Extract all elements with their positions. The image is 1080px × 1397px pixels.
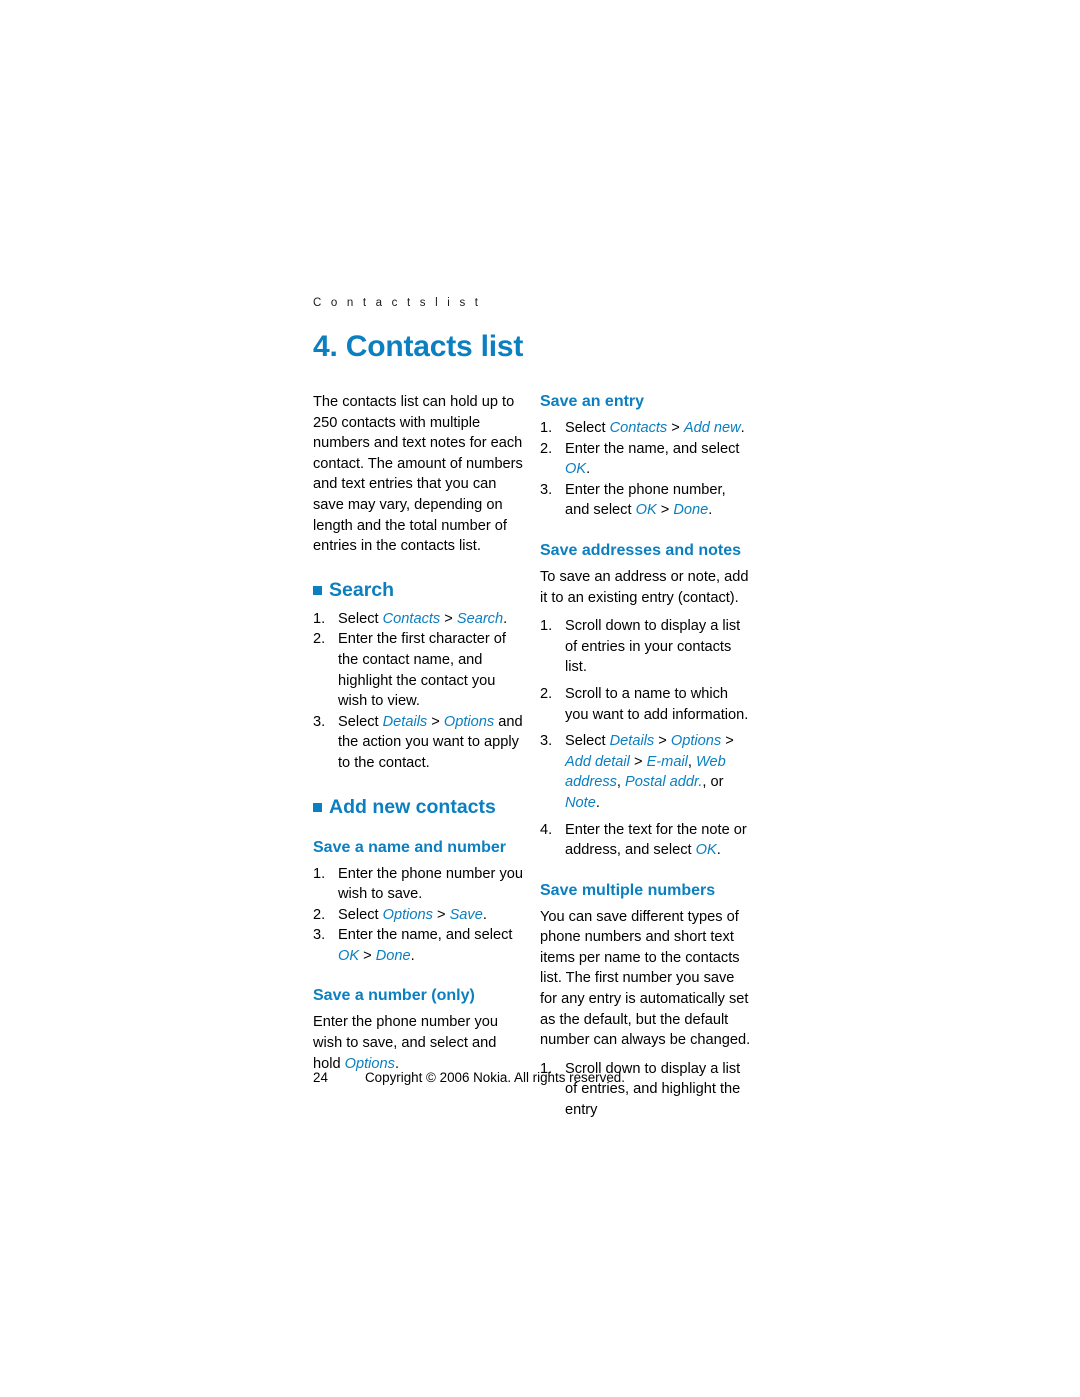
list-item: Scroll down to display a list of entries… <box>540 1059 741 1119</box>
list-item: Select Options > Save. <box>313 905 487 925</box>
save-name-and-number-steps: Enter the phone number you wish to save.… <box>313 864 525 967</box>
subheading-save-a-number-only: Save a number (only) <box>313 987 475 1005</box>
section-heading-search: Search <box>313 579 525 601</box>
section-heading-add-new-contacts: Add new contacts <box>313 796 525 818</box>
list-item: Scroll down to display a list of entries… <box>540 616 741 676</box>
list-item: Enter the text for the note or address, … <box>540 820 747 859</box>
section-heading-add-new-contacts-label: Add new contacts <box>329 795 496 818</box>
search-steps: Select Contacts > Search. Enter the firs… <box>313 609 525 774</box>
save-number-only-body: Enter the phone number you wish to save,… <box>313 1014 498 1072</box>
save-addresses-body: To save an address or note, add it to an… <box>540 568 749 606</box>
list-item: Enter the phone number you wish to save. <box>313 864 523 903</box>
intro-paragraph: The contacts list can hold up to 250 con… <box>313 394 523 555</box>
square-bullet-icon <box>313 585 322 595</box>
save-multiple-numbers-steps: Scroll down to display a list of entries… <box>540 1059 752 1121</box>
list-item: Select Contacts > Add new. <box>540 418 745 438</box>
save-addresses-steps: Scroll down to display a list of entries… <box>540 616 752 861</box>
copyright-notice: Copyright © 2006 Nokia. All rights reser… <box>365 1070 625 1085</box>
manual-page: C o n t a c t s l i s t 4. Contacts list… <box>0 0 1080 1397</box>
left-column: The contacts list can hold up to 250 con… <box>313 392 525 1074</box>
subheading-save-addresses-and-notes: Save addresses and notes <box>540 541 741 559</box>
save-an-entry-steps: Select Contacts > Add new. Enter the nam… <box>540 418 752 521</box>
list-item: Scroll to a name to which you want to ad… <box>540 684 749 723</box>
page-title: 4. Contacts list <box>313 330 524 363</box>
list-item: Enter the phone number, and select OK > … <box>540 480 726 519</box>
list-item: Enter the first character of the contact… <box>313 629 506 710</box>
save-multiple-numbers-body: You can save different types of phone nu… <box>540 908 751 1049</box>
running-head: C o n t a c t s l i s t <box>313 297 482 309</box>
list-item: Enter the name, and select OK. <box>540 439 740 478</box>
list-item: Enter the name, and select OK > Done. <box>313 925 513 964</box>
section-heading-search-label: Search <box>329 578 395 601</box>
subheading-save-a-name-and-number: Save a name and number <box>313 838 506 856</box>
square-bullet-icon <box>313 802 322 812</box>
page-number: 24 <box>313 1070 328 1085</box>
list-item: Select Details > Options > Add detail > … <box>540 731 734 811</box>
subheading-save-an-entry: Save an entry <box>540 393 645 410</box>
list-item: Select Contacts > Search. <box>313 609 508 629</box>
list-item: Select Details > Options and the action … <box>313 712 523 771</box>
right-column: Save an entry Select Contacts > Add new.… <box>540 392 752 1121</box>
subheading-save-multiple-numbers: Save multiple numbers <box>540 881 716 899</box>
